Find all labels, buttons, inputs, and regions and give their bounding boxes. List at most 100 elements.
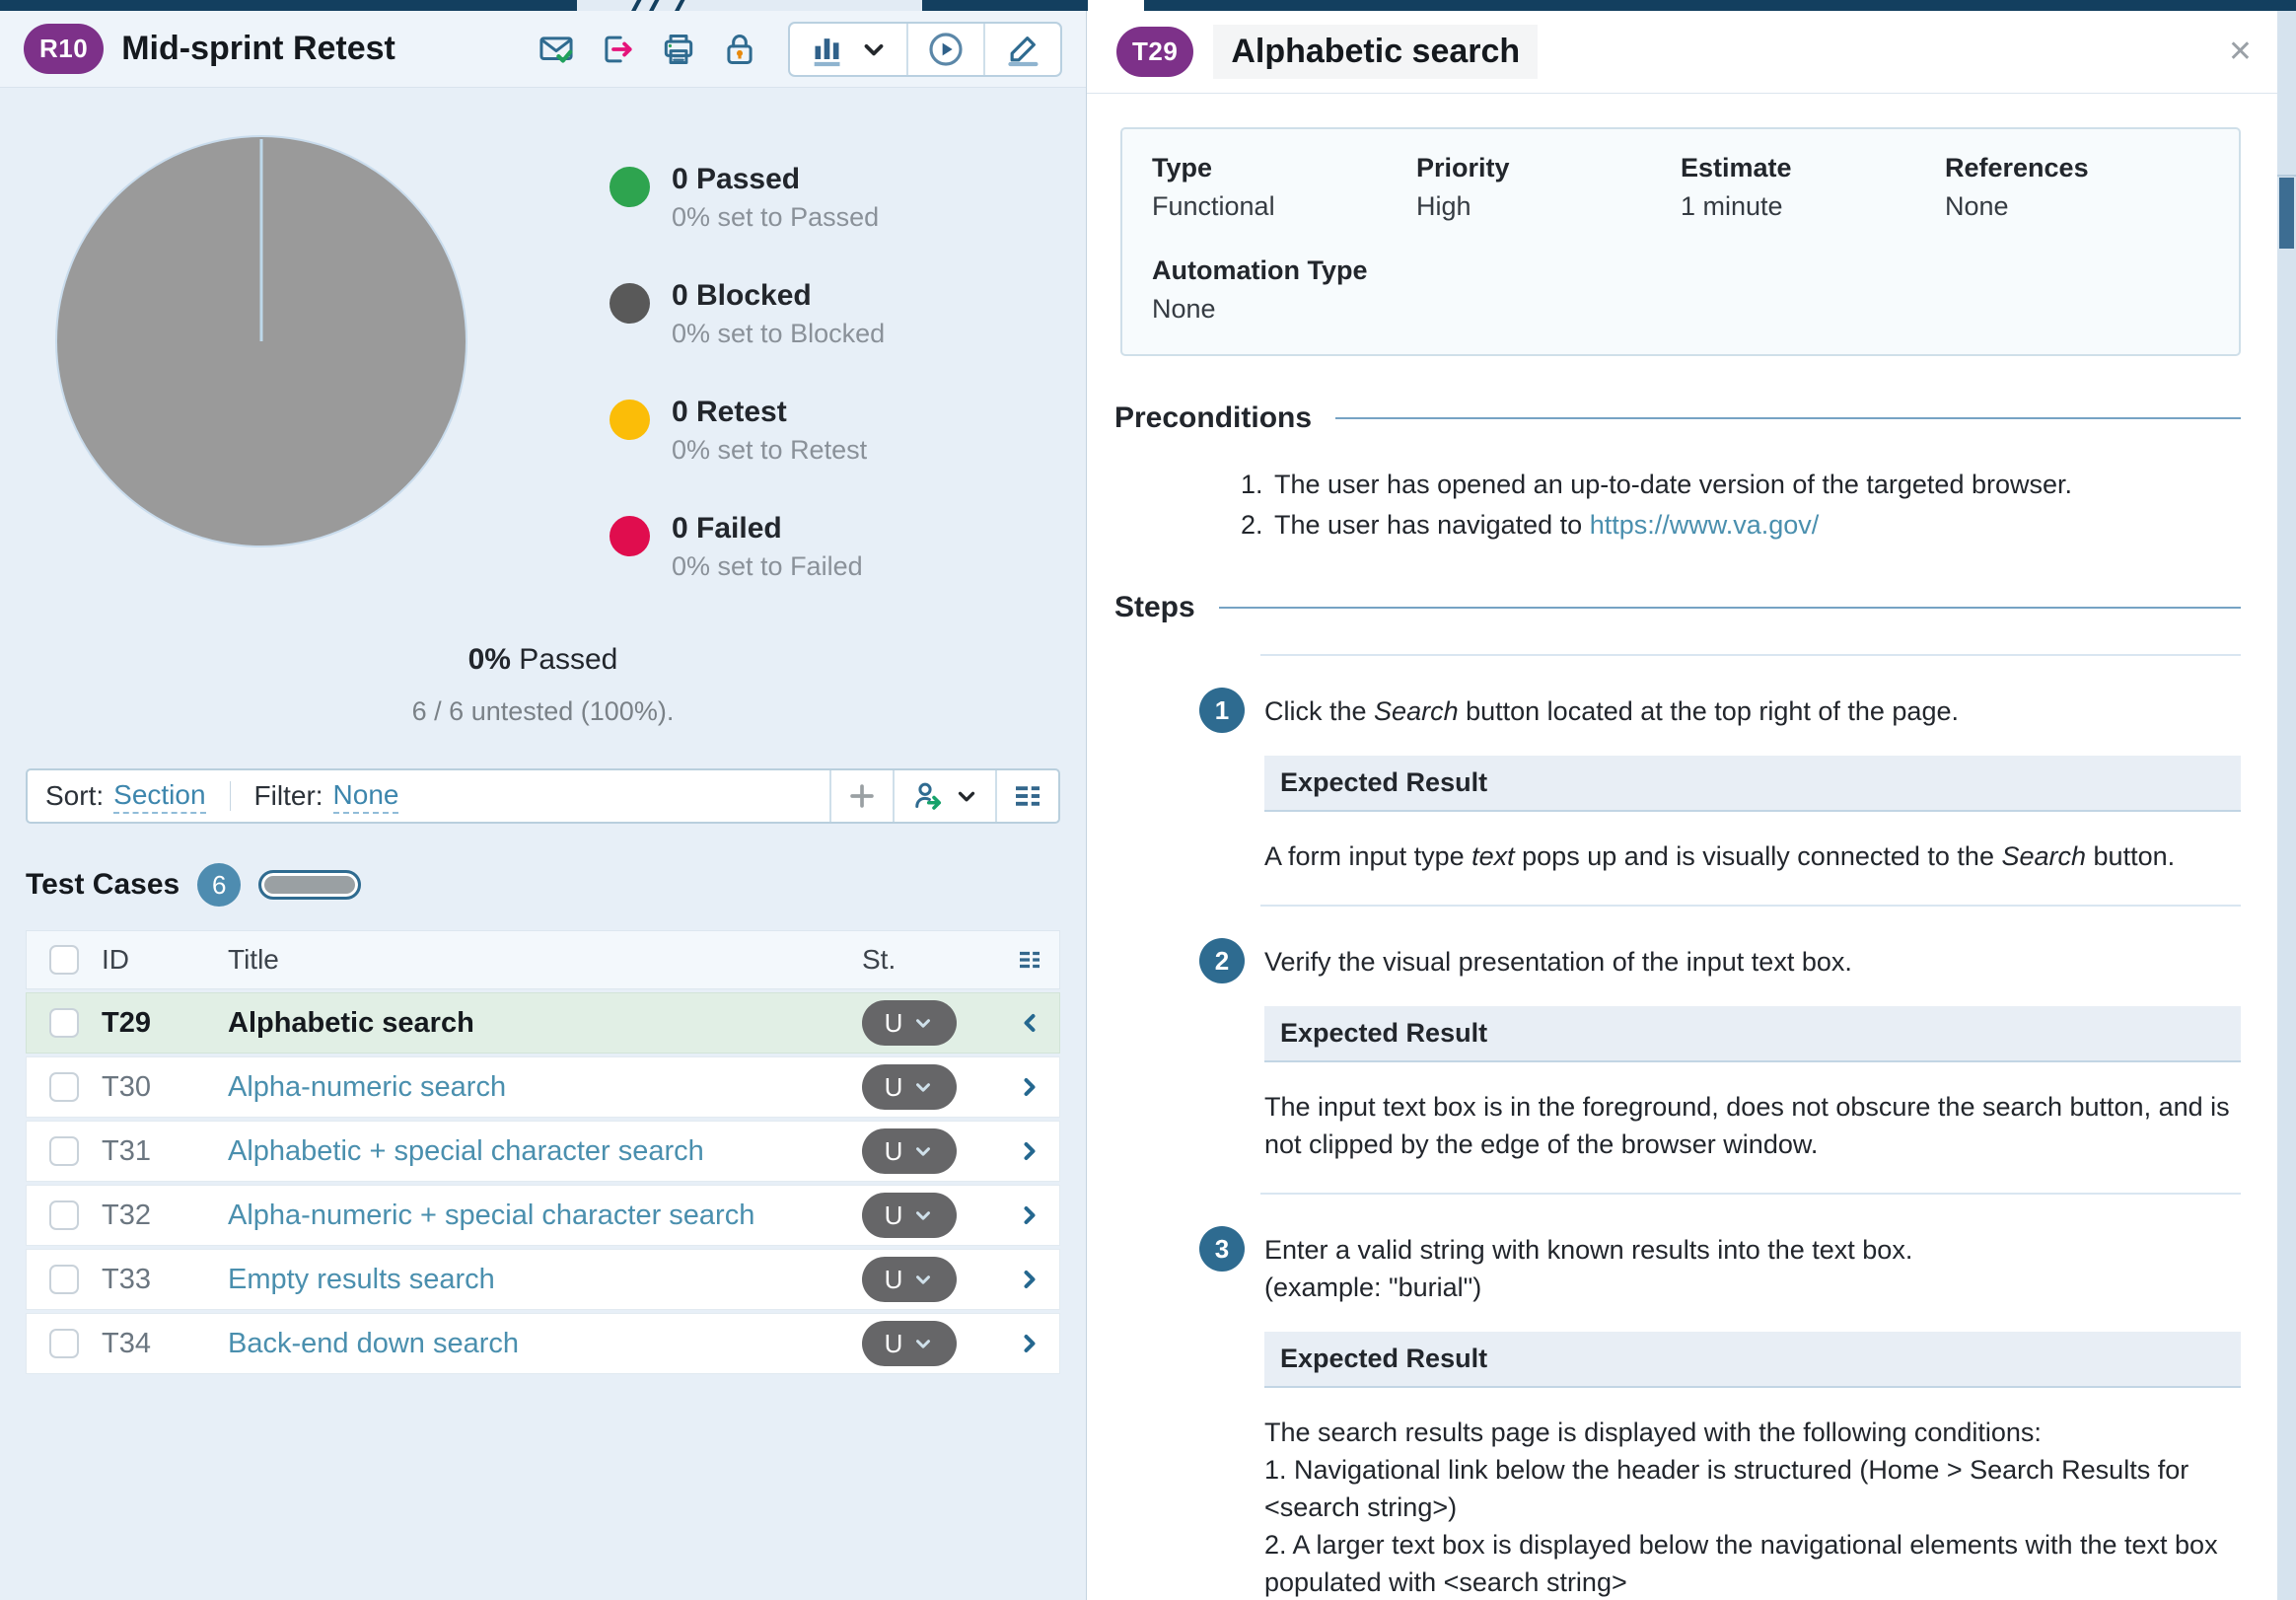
collapse-case-chevron[interactable] — [1000, 1009, 1059, 1037]
step-action: Enter a valid string with known results … — [1264, 1235, 1913, 1302]
row-checkbox[interactable] — [49, 1072, 79, 1102]
chevron-down-icon — [916, 1147, 931, 1156]
step-2: 2 Verify the visual presentation of the … — [1114, 936, 2241, 1163]
table-row[interactable]: T33 Empty results search U — [26, 1249, 1060, 1310]
sort-label: Sort: — [45, 780, 105, 811]
row-checkbox[interactable] — [49, 1008, 79, 1038]
table-row[interactable]: T29 Alphabetic search U — [26, 992, 1060, 1054]
status-dropdown[interactable]: U — [862, 1321, 957, 1366]
step-number-badge: 3 — [1199, 1226, 1245, 1272]
top-navy-bar — [0, 0, 2296, 11]
column-layout-button[interactable] — [995, 770, 1058, 822]
case-title-link[interactable]: Empty results search — [228, 1264, 495, 1295]
va-gov-link[interactable]: https://www.va.gov/ — [1590, 510, 1820, 540]
open-case-chevron[interactable] — [1000, 1073, 1059, 1101]
top-progress-gap — [577, 0, 922, 11]
detail-scrollbar[interactable] — [2277, 11, 2296, 1600]
open-case-chevron[interactable] — [1000, 1201, 1059, 1229]
sort-value-link[interactable]: Section — [113, 779, 206, 814]
status-dropdown[interactable]: U — [862, 1257, 957, 1302]
table-columns-button[interactable] — [1000, 945, 1059, 975]
preconditions-heading: Preconditions — [1114, 401, 1313, 434]
status-legend: 0 Passed 0% set to Passed 0 Blocked 0% s… — [610, 163, 885, 582]
chevron-right-icon — [1024, 1078, 1036, 1096]
table-row[interactable]: T30 Alpha-numeric search U — [26, 1056, 1060, 1118]
case-detail-header: T29 Alphabetic search ✕ — [1087, 11, 2296, 94]
chevron-down-icon — [916, 1211, 931, 1220]
chevron-down-icon — [916, 1275, 931, 1284]
chevron-down-icon — [916, 1340, 931, 1348]
chevron-right-icon — [1024, 1335, 1036, 1352]
chevron-down-icon — [916, 1019, 931, 1028]
case-id-badge: T29 — [1116, 27, 1194, 77]
assign-to-button[interactable] — [893, 770, 995, 822]
edit-run-button[interactable] — [983, 23, 1060, 75]
case-title-link[interactable]: Alpha-numeric search — [228, 1071, 506, 1103]
open-case-chevron[interactable] — [1000, 1330, 1059, 1357]
select-all-checkbox[interactable] — [49, 945, 79, 975]
print-icon[interactable] — [660, 31, 697, 68]
table-row[interactable]: T31 Alphabetic + special character searc… — [26, 1121, 1060, 1182]
sort-filter-bar: Sort: Section Filter: None — [26, 768, 1060, 824]
case-title: Alphabetic search — [1213, 25, 1539, 79]
row-checkbox[interactable] — [49, 1265, 79, 1294]
field-type: Type Functional — [1152, 153, 1275, 221]
step-1: 1 Click the Search button located at the… — [1114, 686, 2241, 875]
expected-result-label: Expected Result — [1264, 1006, 2241, 1062]
precondition-item: The user has opened an up-to-date versio… — [1270, 465, 2241, 505]
run-tests-button[interactable] — [906, 23, 983, 75]
filter-value-link[interactable]: None — [332, 779, 399, 814]
case-detail-panel: T29 Alphabetic search ✕ Type Functional … — [1087, 11, 2296, 1600]
email-notify-icon[interactable] — [538, 31, 575, 68]
status-dropdown[interactable]: U — [862, 1000, 957, 1046]
steps-section-head: Steps — [1114, 591, 2241, 624]
row-checkbox[interactable] — [49, 1136, 79, 1166]
status-dropdown[interactable]: U — [862, 1193, 957, 1238]
export-push-icon[interactable] — [599, 31, 636, 68]
chart-view-button[interactable] — [790, 24, 906, 75]
chevron-right-icon — [1024, 1206, 1036, 1224]
run-summary: 0% Passed 6 / 6 untested (100%). — [26, 643, 1060, 727]
legend-item-retest: 0 Retest 0% set to Retest — [610, 396, 885, 466]
add-case-button[interactable] — [829, 770, 893, 822]
close-icon[interactable]: ✕ — [2228, 35, 2253, 69]
row-checkbox[interactable] — [49, 1329, 79, 1358]
run-title: Mid-sprint Retest — [121, 30, 395, 67]
precondition-item: The user has navigated to https://www.va… — [1270, 505, 2241, 545]
filter-label: Filter: — [253, 780, 323, 811]
columns-icon — [1020, 951, 1040, 969]
play-icon — [929, 32, 963, 66]
failed-swatch — [610, 516, 650, 556]
scrollbar-thumb[interactable] — [2279, 178, 2294, 249]
case-title-link[interactable]: Alpha-numeric + special character search — [228, 1200, 754, 1231]
expected-result-label: Expected Result — [1264, 1332, 2241, 1388]
retest-swatch — [610, 400, 650, 440]
case-title-link[interactable]: Back-end down search — [228, 1328, 519, 1359]
chevron-right-icon — [1024, 1271, 1036, 1288]
row-checkbox[interactable] — [49, 1200, 79, 1230]
preconditions-list: The user has opened an up-to-date versio… — [1114, 465, 2241, 545]
step-action: Verify the visual presentation of the in… — [1264, 947, 1852, 977]
table-row[interactable]: T32 Alpha-numeric + special character se… — [26, 1185, 1060, 1246]
status-dropdown[interactable]: U — [862, 1064, 957, 1110]
open-case-chevron[interactable] — [1000, 1137, 1059, 1165]
open-case-chevron[interactable] — [1000, 1266, 1059, 1293]
blocked-swatch — [610, 283, 650, 324]
plus-icon — [850, 784, 874, 808]
table-row[interactable]: T34 Back-end down search U — [26, 1313, 1060, 1374]
legend-item-passed: 0 Passed 0% set to Passed — [610, 163, 885, 233]
test-cases-progress-pill — [258, 870, 362, 900]
step-number-badge: 1 — [1199, 688, 1245, 733]
run-header: R10 Mid-sprint Retest — [0, 11, 1086, 88]
chevron-down-icon — [864, 43, 884, 55]
test-cases-count-badge: 6 — [197, 863, 242, 907]
untested-summary: 6 / 6 untested (100%). — [411, 696, 675, 726]
lock-icon[interactable] — [721, 31, 758, 68]
case-title-link[interactable]: Alphabetic + special character search — [228, 1135, 704, 1167]
chevron-right-icon — [1024, 1142, 1036, 1160]
case-title-link[interactable]: Alphabetic search — [228, 1007, 474, 1039]
expected-result-text: The input text box is in the foreground,… — [1264, 1092, 2230, 1159]
status-dropdown[interactable]: U — [862, 1128, 957, 1174]
pencil-icon — [1008, 36, 1039, 66]
bar-chart-icon — [814, 37, 840, 66]
